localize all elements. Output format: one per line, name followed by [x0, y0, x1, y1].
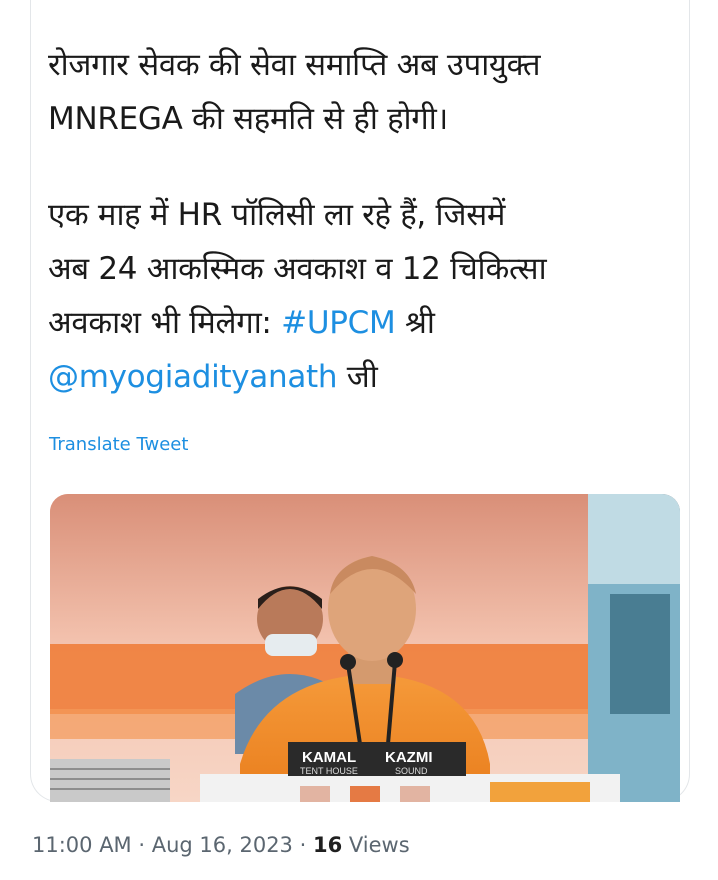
views-count: 16	[312, 833, 343, 857]
tweet-line-2: MNREGA की सहमति से ही होगी।	[48, 101, 448, 137]
podium-label-3: TENT HOUSE	[300, 766, 358, 776]
tweet-media-image[interactable]: KAMAL KAZMI TENT HOUSE SOUND	[50, 494, 680, 802]
tweet-line-5-text: अवकाश भी मिलेगा:	[48, 305, 282, 341]
tweet-line-4: अब 24 आकस्मिक अवकाश व 12 चिकित्सा	[48, 251, 547, 287]
tweet-line-6: @myogiadityanath जी	[48, 350, 668, 404]
meta-separator-1: ·	[131, 833, 152, 857]
tweet-line-5-tail: श्री	[395, 305, 435, 341]
hashtag-link[interactable]: #UPCM	[281, 305, 396, 341]
tweet-line-5: अवकाश भी मिलेगा: #UPCM श्री	[48, 296, 668, 350]
tweet-time[interactable]: 11:00 AM	[32, 833, 132, 857]
tweet-line-3: एक माह में HR पॉलिसी ला रहे हैं, जिसमें	[48, 197, 506, 233]
podium-label-2: KAZMI	[385, 749, 433, 766]
meta-separator-2: ·	[292, 833, 313, 857]
mention-link[interactable]: @myogiadityanath	[48, 359, 338, 395]
tweet-line-6-tail: जी	[337, 359, 378, 395]
podium-label-4: SOUND	[395, 766, 428, 776]
podium-label-1: KAMAL	[302, 749, 356, 766]
tweet-line-1: रोजगार सेवक की सेवा समाप्ति अब उपायुक्त	[48, 47, 541, 83]
translate-tweet-link[interactable]: Translate Tweet	[49, 434, 188, 455]
media-photo: KAMAL KAZMI TENT HOUSE SOUND	[50, 494, 680, 802]
tweet-date[interactable]: Aug 16, 2023	[152, 833, 293, 857]
tweet-meta: 11:00 AM · Aug 16, 2023 · 16 Views	[32, 833, 410, 857]
tweet-text: रोजगार सेवक की सेवा समाप्ति अब उपायुक्त …	[48, 38, 668, 404]
views-label: Views	[342, 833, 410, 857]
